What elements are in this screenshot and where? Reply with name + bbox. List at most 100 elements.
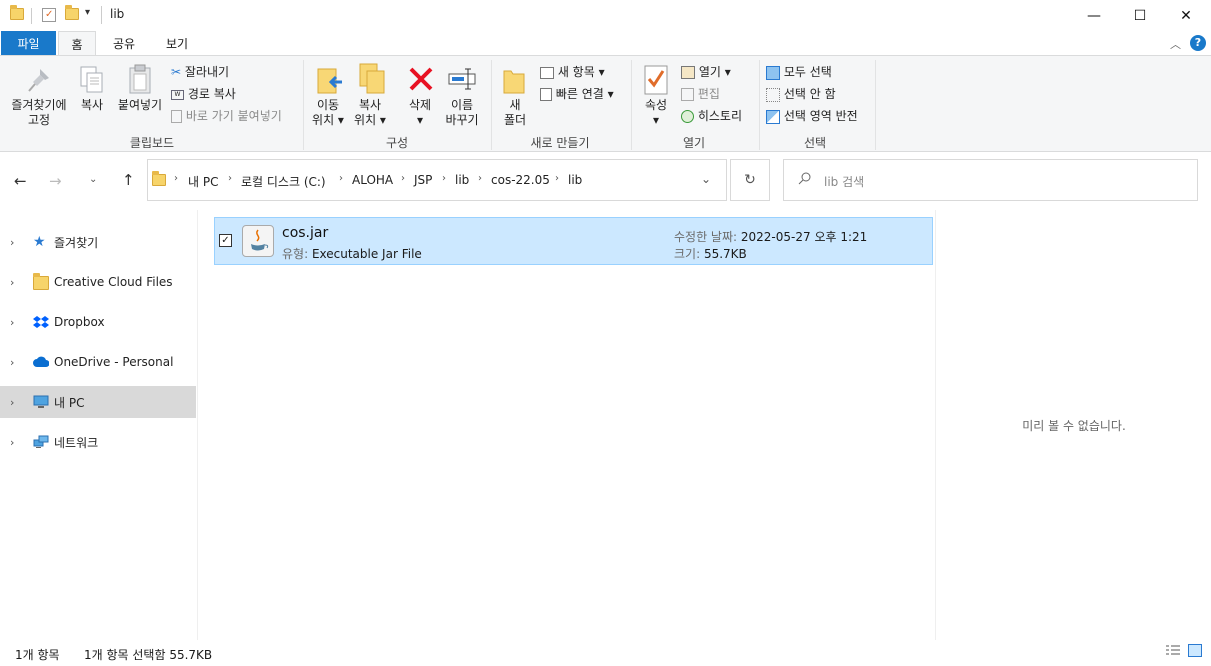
rename-label: 이름	[450, 98, 474, 112]
divider	[31, 8, 32, 24]
minimize-button[interactable]: —	[1071, 0, 1117, 31]
tab-share[interactable]: 공유	[102, 31, 146, 55]
properties-dropdown-icon: ▾	[652, 113, 660, 127]
large-icons-view-icon[interactable]	[1188, 644, 1202, 657]
new-item-label: 새 항목 ▾	[557, 65, 605, 79]
history-icon	[681, 110, 694, 123]
open-button[interactable]: 열기 ▾	[681, 63, 731, 80]
move-to-button[interactable]: 이동 위치 ▾	[306, 98, 350, 128]
breadcrumb-item[interactable]: 내 PC	[188, 173, 218, 190]
java-jar-icon	[242, 225, 274, 257]
pin-quick-access-button[interactable]: 즐겨찾기에 고정	[2, 98, 76, 128]
pin-label: 즐겨찾기에	[11, 98, 67, 112]
breadcrumb-item[interactable]: JSP	[414, 173, 432, 187]
open-label: 열기 ▾	[698, 65, 731, 79]
copy-button[interactable]: 복사	[76, 98, 108, 113]
item-count: 1개 항목	[15, 648, 60, 662]
details-view-icon[interactable]	[1166, 645, 1180, 657]
maximize-button[interactable]: ☐	[1117, 0, 1163, 31]
history-label: 히스토리	[697, 109, 742, 123]
nav-label: 네트워크	[54, 435, 99, 450]
edit-label: 편집	[697, 87, 720, 101]
nav-label: Dropbox	[54, 315, 105, 329]
divider	[491, 60, 492, 150]
paste-shortcut-button[interactable]: 바로 가기 붙여넣기	[171, 107, 282, 124]
refresh-icon: ↻	[744, 172, 756, 188]
open-icon	[681, 66, 695, 79]
cloud-icon	[33, 355, 50, 369]
nav-item-creative-cloud[interactable]: › Creative Cloud Files	[0, 266, 196, 298]
open-group-label: 열기	[682, 136, 706, 150]
star-icon: ★	[33, 234, 46, 250]
properties-button[interactable]: 속성 ▾	[638, 98, 674, 128]
select-none-button[interactable]: 선택 안 함	[766, 85, 836, 102]
collapse-ribbon-icon[interactable]: ︿	[1170, 36, 1181, 52]
folder-icon	[152, 171, 166, 186]
up-button[interactable]: ↑	[122, 171, 135, 189]
nav-item-this-pc[interactable]: › 내 PC	[0, 386, 196, 418]
clipboard-group-label: 클립보드	[129, 136, 175, 150]
properties-qat-icon[interactable]: ✓	[42, 8, 56, 22]
new-item-icon	[540, 66, 554, 79]
forward-button[interactable]: →	[49, 172, 62, 190]
new-folder-qat-icon[interactable]	[65, 5, 79, 20]
breadcrumb-item[interactable]: 로컬 디스크 (C:)	[241, 173, 326, 190]
item-checkbox[interactable]: ✓	[219, 234, 232, 247]
properties-label: 속성	[644, 98, 668, 112]
select-all-button[interactable]: 모두 선택	[766, 63, 832, 80]
rename-icon	[448, 66, 476, 92]
nav-item-quick-access[interactable]: › ★ 즐겨찾기	[0, 226, 196, 258]
delete-label: 삭제	[408, 98, 432, 112]
file-item[interactable]: ✓ cos.jar 유형: Executable Jar File 수정한 날짜…	[214, 217, 933, 265]
move-to-label-2: 위치 ▾	[312, 113, 344, 127]
status-bar: 1개 항목 1개 항목 선택함 55.7KB	[0, 640, 1211, 666]
tab-file[interactable]: 파일	[1, 31, 56, 55]
recent-locations-button[interactable]: ⌄	[89, 174, 97, 185]
back-button[interactable]: ←	[14, 172, 27, 190]
new-item-button[interactable]: 새 항목 ▾	[540, 63, 605, 80]
breadcrumb-item[interactable]: lib	[568, 173, 582, 187]
tab-home[interactable]: 홈	[58, 31, 96, 56]
navigation-pane: › ★ 즐겨찾기 › Creative Cloud Files › Dropbo…	[0, 210, 198, 640]
copy-to-label: 복사	[358, 98, 382, 112]
copy-to-button[interactable]: 복사 위치 ▾	[350, 98, 390, 128]
nav-label: 내 PC	[54, 395, 85, 410]
copy-path-icon: W	[171, 89, 184, 100]
nav-item-network[interactable]: › 네트워크	[0, 426, 196, 458]
properties-icon	[644, 65, 668, 95]
divider	[101, 6, 102, 24]
invert-selection-button[interactable]: 선택 영역 반전	[766, 107, 858, 124]
file-type-value: Executable Jar File	[311, 247, 422, 261]
cut-button[interactable]: ✂ 잘라내기	[171, 63, 229, 80]
breadcrumb-item[interactable]: ALOHA	[352, 173, 393, 187]
search-box[interactable]: lib 검색	[783, 159, 1198, 201]
rename-button[interactable]: 이름 바꾸기	[440, 98, 484, 128]
history-button[interactable]: 히스토리	[681, 107, 742, 124]
delete-dropdown-icon: ▾	[416, 113, 424, 127]
divider	[875, 60, 876, 150]
close-button[interactable]: ✕	[1163, 0, 1209, 31]
copy-path-button[interactable]: W 경로 복사	[171, 85, 236, 102]
refresh-button[interactable]: ↻	[730, 159, 770, 201]
delete-button[interactable]: 삭제 ▾	[400, 98, 440, 128]
nav-item-dropbox[interactable]: › Dropbox	[0, 306, 196, 338]
nav-item-onedrive[interactable]: › OneDrive - Personal	[0, 346, 196, 378]
chevron-right-icon: ›	[10, 395, 15, 409]
help-icon[interactable]: ?	[1190, 35, 1206, 51]
chevron-right-icon: ›	[10, 315, 15, 329]
qat-dropdown-icon[interactable]: ▾	[85, 7, 90, 18]
cut-label: 잘라내기	[184, 65, 230, 79]
paste-button[interactable]: 붙여넣기	[114, 98, 166, 113]
address-bar[interactable]: › 내 PC › 로컬 디스크 (C:) › ALOHA › JSP › lib…	[147, 159, 727, 201]
easy-access-button[interactable]: 빠른 연결 ▾	[540, 85, 614, 102]
chevron-right-icon: ›	[10, 435, 15, 449]
search-icon	[798, 172, 811, 185]
breadcrumb-item[interactable]: lib	[455, 173, 469, 187]
new-folder-button[interactable]: 새 폴더	[498, 98, 532, 128]
edit-icon	[681, 88, 694, 101]
tab-view[interactable]: 보기	[152, 31, 202, 55]
move-to-icon	[316, 65, 344, 95]
edit-button[interactable]: 편집	[681, 85, 720, 102]
address-dropdown-icon[interactable]: ⌄	[701, 172, 711, 186]
breadcrumb-item[interactable]: cos-22.05	[491, 173, 550, 187]
